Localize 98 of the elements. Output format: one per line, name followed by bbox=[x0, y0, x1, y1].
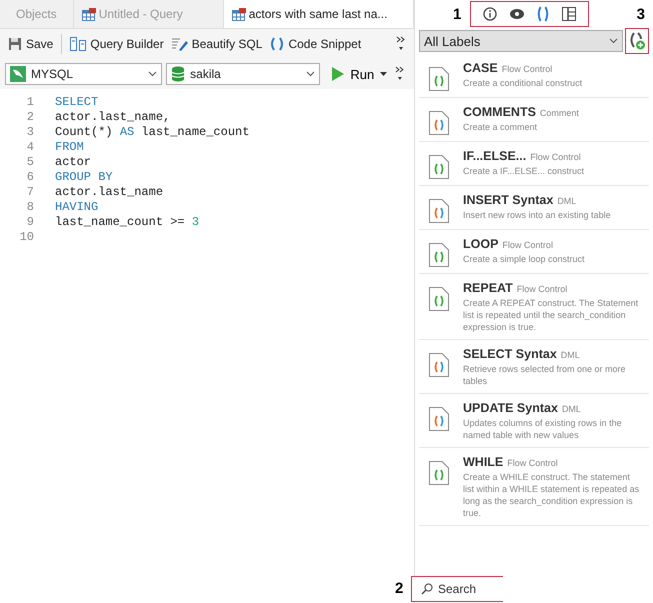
toolbar-button[interactable]: Save bbox=[4, 35, 58, 53]
line-number: 1 bbox=[26, 95, 35, 110]
snippet-file-icon bbox=[429, 67, 449, 91]
snippet-category: Flow Control bbox=[507, 458, 558, 468]
play-icon bbox=[332, 67, 344, 81]
snippet-description: Insert new rows into an existing table bbox=[463, 209, 611, 221]
code-line: SELECT bbox=[55, 95, 98, 110]
parentheses-icon bbox=[270, 37, 284, 51]
connection-dropdown[interactable]: MYSQL bbox=[5, 63, 162, 85]
caret-icon bbox=[380, 72, 388, 76]
table-icon bbox=[82, 8, 96, 20]
database-icon bbox=[171, 66, 186, 82]
grid-icon[interactable] bbox=[562, 7, 576, 21]
add-snippet-icon bbox=[629, 32, 645, 50]
line-number: 2 bbox=[26, 110, 35, 125]
line-number: 6 bbox=[26, 170, 35, 185]
snippet-description: Create a conditional construct bbox=[463, 77, 582, 89]
table-icon bbox=[232, 8, 246, 20]
tab-label: Objects bbox=[16, 7, 57, 21]
line-number: 9 bbox=[26, 215, 35, 230]
code-line: GROUP BY bbox=[55, 170, 113, 185]
toolbar-button[interactable]: Code Snippet bbox=[266, 35, 366, 53]
tab-label: actors with same last na... bbox=[248, 7, 388, 21]
snippet-title: IF...ELSE... bbox=[463, 149, 526, 163]
eye-icon[interactable] bbox=[510, 9, 524, 19]
code-line: HAVING bbox=[55, 200, 98, 215]
multicolor-snippet-file-icon bbox=[429, 111, 449, 135]
run-button[interactable]: Run bbox=[328, 64, 392, 84]
snippet-title: COMMENTS bbox=[463, 105, 536, 119]
snippet-item[interactable]: INSERT Syntax DML Insert new rows into an existing table bbox=[419, 186, 649, 230]
toolbar-button[interactable]: Beautify SQL bbox=[168, 35, 266, 53]
snippet-description: Create a IF...ELSE... construct bbox=[463, 165, 584, 177]
line-number: 4 bbox=[26, 140, 35, 155]
snippet-title: UPDATE Syntax bbox=[463, 401, 558, 415]
snippet-item[interactable]: UPDATE Syntax DML Updates columns of existing rows in the named table with new values bbox=[419, 394, 649, 448]
code-line: actor.last_name, bbox=[55, 110, 170, 125]
line-number: 5 bbox=[26, 155, 35, 170]
line-number: 7 bbox=[26, 185, 35, 200]
parentheses-icon[interactable] bbox=[536, 6, 548, 22]
callout-number: 1 bbox=[453, 6, 462, 22]
query-builder-icon bbox=[70, 37, 86, 51]
search-icon bbox=[421, 583, 433, 595]
snippet-category: Flow Control bbox=[516, 284, 568, 294]
snippet-description: Create a comment bbox=[463, 121, 538, 133]
add-snippet-button[interactable] bbox=[625, 28, 649, 54]
snippet-description: Create a simple loop construct bbox=[463, 253, 585, 265]
snippet-description: Retrieve rows selected from one or more tables bbox=[463, 363, 627, 387]
chevron-down-icon bbox=[306, 71, 316, 77]
snippet-category: Flow Control bbox=[530, 152, 581, 162]
snippet-file-icon bbox=[429, 287, 449, 311]
database-dropdown[interactable]: sakila bbox=[166, 63, 320, 85]
snippet-title: REPEAT bbox=[463, 281, 513, 295]
snippet-description: Create a WHILE construct. The statement list within a WHILE statement is repeated as long as the search_condition expression is true. bbox=[463, 471, 640, 519]
chevron-down-icon bbox=[609, 38, 618, 44]
chevron-down-icon bbox=[148, 71, 158, 77]
snippet-item[interactable]: CASE Flow Control Create a conditional construct bbox=[419, 54, 649, 98]
callout-number: 2 bbox=[395, 580, 404, 597]
snippet-title: SELECT Syntax bbox=[463, 347, 557, 361]
snippet-item[interactable]: COMMENTS Comment Create a comment bbox=[419, 98, 649, 142]
snippet-item[interactable]: SELECT Syntax DML Retrieve rows selected from one or more tables bbox=[419, 340, 649, 394]
info-icon[interactable] bbox=[482, 7, 496, 21]
code-line: Count(*) AS last_name_count bbox=[55, 125, 250, 140]
code-line: FROM bbox=[55, 140, 84, 155]
snippet-file-icon bbox=[429, 461, 449, 485]
snippet-category: DML bbox=[562, 404, 581, 414]
snippet-item[interactable]: WHILE Flow Control Create a WHILE construct. The statement list within a WHILE statement is repeated as long as the search_condition expression is true. bbox=[419, 448, 649, 526]
snippet-file-icon bbox=[429, 155, 449, 179]
snippet-title: WHILE bbox=[463, 455, 504, 469]
tab-label: Untitled - Query bbox=[98, 7, 183, 21]
snippet-title: LOOP bbox=[463, 237, 498, 251]
code-line: actor.last_name bbox=[55, 185, 164, 200]
snippet-item[interactable]: REPEAT Flow Control Create A REPEAT construct. The Statement list is repeated until the search_condition expression is true. bbox=[419, 274, 649, 340]
snippet-title: INSERT Syntax bbox=[463, 193, 554, 207]
code-line: last_name_count >= 3 bbox=[55, 215, 200, 230]
snippet-title: CASE bbox=[463, 61, 498, 75]
snippet-category: Flow Control bbox=[502, 64, 552, 74]
callout-number: 3 bbox=[636, 6, 645, 22]
snippet-category: DML bbox=[557, 196, 576, 206]
toolbar-button[interactable]: Query Builder bbox=[66, 35, 168, 53]
multicolor-snippet-file-icon bbox=[429, 407, 449, 431]
multicolor-snippet-file-icon bbox=[429, 199, 449, 223]
label-filter-dropdown[interactable]: All Labels bbox=[419, 30, 623, 52]
code-line: actor bbox=[55, 155, 92, 170]
line-number: 3 bbox=[26, 125, 35, 140]
snippet-category: Comment bbox=[540, 108, 579, 118]
snippet-file-icon bbox=[429, 243, 449, 267]
snippet-category: Flow Control bbox=[502, 240, 553, 250]
snippet-item[interactable]: IF...ELSE... Flow Control Create a IF...ELSE... construct bbox=[419, 142, 649, 186]
snippet-item[interactable]: LOOP Flow Control Create a simple loop construct bbox=[419, 230, 649, 274]
line-number: 10 bbox=[18, 230, 35, 245]
snippet-description: Create A REPEAT construct. The Statement list is repeated until the search_condition expression is true. bbox=[463, 297, 640, 333]
multicolor-snippet-file-icon bbox=[429, 353, 449, 377]
snippet-description: Updates columns of existing rows in the named table with new values bbox=[463, 417, 623, 441]
beautify-icon bbox=[172, 37, 188, 51]
search-field[interactable]: Search bbox=[411, 576, 503, 602]
line-number: 8 bbox=[26, 200, 35, 215]
snippet-category: DML bbox=[560, 350, 580, 360]
tab[interactable]: actors with same last na... bbox=[224, 0, 414, 28]
